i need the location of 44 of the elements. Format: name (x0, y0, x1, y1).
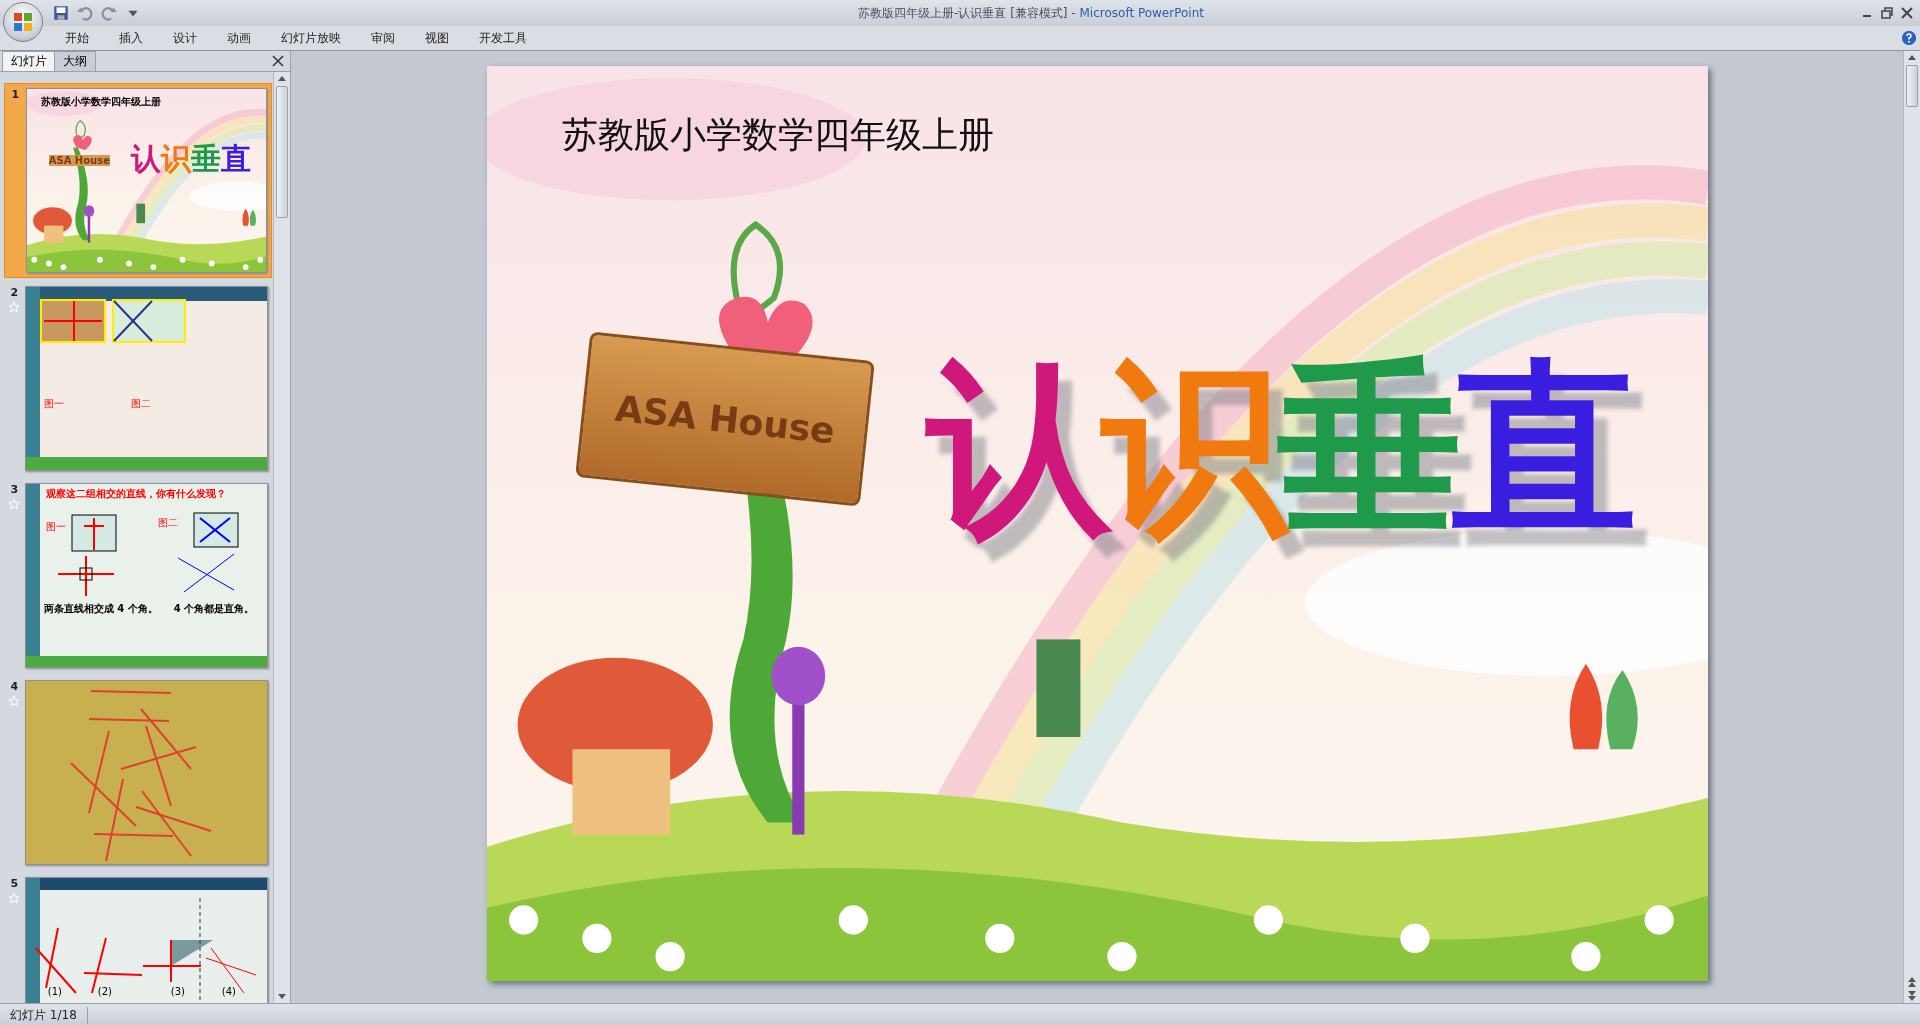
scrollbar-thumb[interactable] (276, 86, 288, 218)
slide-number: 4 (10, 680, 19, 693)
figure-label: 图一 (43, 397, 64, 411)
slide-thumbnail-row[interactable]: 1 苏教版小学数学四年级上册 ASA House 认识垂直 (4, 83, 272, 278)
save-icon[interactable] (52, 4, 70, 22)
panel-tab[interactable]: 幻灯片 (2, 51, 56, 71)
figure-label: 图二 (130, 397, 151, 411)
ribbon-tab[interactable]: 审阅 (356, 29, 410, 47)
office-button[interactable] (3, 2, 43, 42)
slide-number: 1 (11, 88, 20, 101)
slide-counter: 幻灯片 1/18 (0, 1006, 88, 1024)
ribbon-tab[interactable]: 插入 (104, 29, 158, 47)
figure-label: 图一 (45, 520, 66, 534)
help-icon[interactable] (1902, 31, 1916, 45)
slide-number: 5 (10, 877, 19, 890)
figure-label: (2) (97, 986, 112, 997)
caption-text: 两条直线相交成 4 个角。 (43, 602, 158, 616)
ribbon-tab[interactable]: 动画 (212, 29, 266, 47)
panel-tab[interactable]: 大纲 (54, 51, 96, 71)
figure-label: 图二 (157, 516, 178, 530)
figure-label: (3) (170, 986, 185, 997)
ribbon-tab[interactable]: 设计 (158, 29, 212, 47)
slide-title: 认识垂直 (130, 140, 251, 178)
slide-heading: 观察这二组相交的直线，你有什么发现？ (45, 487, 226, 501)
close-icon[interactable] (272, 55, 284, 67)
slide-number: 3 (10, 483, 19, 496)
slide-heading: 苏教版小学数学四年级上册 (561, 113, 994, 157)
slide-number: 2 (10, 286, 19, 299)
ribbon-tab[interactable]: 视图 (410, 29, 464, 47)
restore-icon[interactable] (1880, 6, 1894, 20)
figure-label: (1) (47, 986, 62, 997)
close-icon[interactable] (1900, 6, 1914, 20)
ribbon-tab[interactable]: 开发工具 (464, 29, 542, 47)
ribbon-tab[interactable]: 幻灯片放映 (266, 29, 356, 47)
ribbon-tab[interactable]: 开始 (50, 29, 104, 47)
sign-text: ASA House (48, 155, 110, 166)
window-picture-drawing (39, 299, 106, 343)
figure-label: (4) (221, 986, 236, 997)
previous-slide-icon[interactable] (1905, 975, 1919, 989)
caption-text: 4 个角都是直角。 (173, 602, 255, 616)
office-logo-icon (13, 12, 33, 32)
scrollbar-thumb[interactable] (1906, 65, 1918, 107)
window-title: 苏教版四年级上册-认识垂直 [兼容模式] - Microsoft PowerPoint (857, 4, 1205, 22)
slide-heading: 苏教版小学数学四年级上册 (40, 95, 161, 109)
